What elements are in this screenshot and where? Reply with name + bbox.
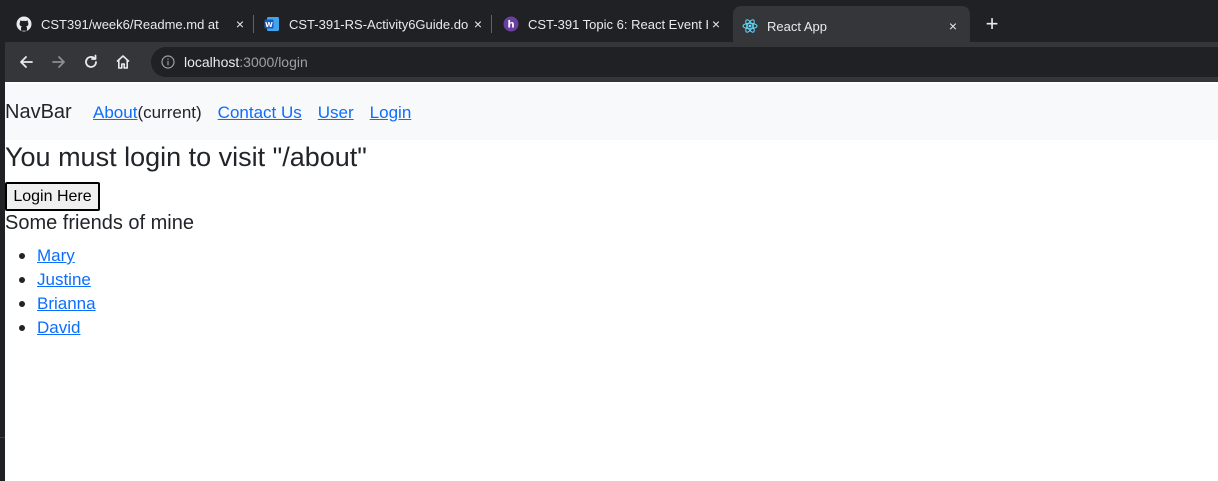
tab-github-readme[interactable]: CST391/week6/Readme.md at × [16,8,248,40]
arrow-left-icon [20,56,33,68]
home-button[interactable] [113,52,133,72]
close-icon[interactable]: × [945,18,961,34]
new-tab-button[interactable]: + [982,13,1002,35]
nav-gap [354,103,370,123]
tab-title: CST-391 Topic 6: React Event H [528,16,708,32]
login-required-message: You must login to visit "/about" [5,142,367,172]
bullet-icon [19,277,25,283]
svg-text:W: W [265,21,273,29]
bullet-icon [19,301,25,307]
back-button[interactable] [16,52,36,72]
bullet-icon [19,253,25,259]
url-host: localhost [184,54,240,70]
url-path: :3000/login [239,54,308,70]
close-icon[interactable]: × [470,16,486,32]
nav-links: About (current) Contact Us User Login [93,103,411,123]
login-here-button[interactable]: Login Here [5,182,100,211]
tab-title: CST391/week6/Readme.md at [41,16,219,32]
nav-link-contact[interactable]: Contact Us [218,103,302,123]
tab-separator [253,15,254,33]
url-text: localhost:3000/login [184,54,308,70]
nav-link-about[interactable]: About [93,103,137,123]
friend-link-justine[interactable]: Justine [37,268,91,292]
tab-react-app[interactable]: React App × [733,6,970,46]
nav-link-user[interactable]: User [318,103,354,123]
close-icon[interactable]: × [232,16,248,32]
list-item: Brianna [19,292,96,316]
navbar-brand[interactable]: NavBar [5,101,72,124]
reload-icon [85,54,97,68]
friend-link-david[interactable]: David [37,316,80,340]
nav-gap [202,103,218,123]
page-viewport: NavBar About (current) Contact Us User L… [5,84,1218,481]
tab-word-guide[interactable]: W CST-391-RS-Activity6Guide.do × [264,8,486,40]
halo-icon: h [503,16,519,32]
tab-topic6-react-event[interactable]: h CST-391 Topic 6: React Event H × [503,8,724,40]
forward-button[interactable] [49,52,69,72]
info-icon [161,55,175,69]
friends-heading: Some friends of mine [5,212,194,234]
nav-current-marker: (current) [137,103,202,122]
tab-strip: CST391/week6/Readme.md at × W CST-391-RS… [0,0,1218,46]
react-icon [742,18,758,34]
reload-button[interactable] [81,52,101,72]
friends-list: Mary Justine Brianna David [19,244,96,340]
list-item: Justine [19,268,96,292]
nav-link-login[interactable]: Login [370,103,412,123]
friend-link-brianna[interactable]: Brianna [37,292,96,316]
tab-title: CST-391-RS-Activity6Guide.do [289,16,469,32]
github-icon [16,16,32,32]
friend-link-mary[interactable]: Mary [37,244,75,268]
home-icon [116,55,130,69]
tab-title: React App [767,18,827,34]
browser-toolbar: localhost:3000/login [5,42,1218,82]
list-item: David [19,316,96,340]
list-item: Mary [19,244,96,268]
tab-separator [491,15,492,33]
nav-gap [302,103,318,123]
word-icon: W [264,16,280,32]
bullet-icon [19,325,25,331]
navbar: NavBar About (current) Contact Us User L… [5,84,1218,140]
address-bar[interactable]: localhost:3000/login [151,47,1218,77]
arrow-right-icon [52,56,65,68]
svg-text:h: h [507,20,514,31]
close-icon[interactable]: × [708,16,724,32]
